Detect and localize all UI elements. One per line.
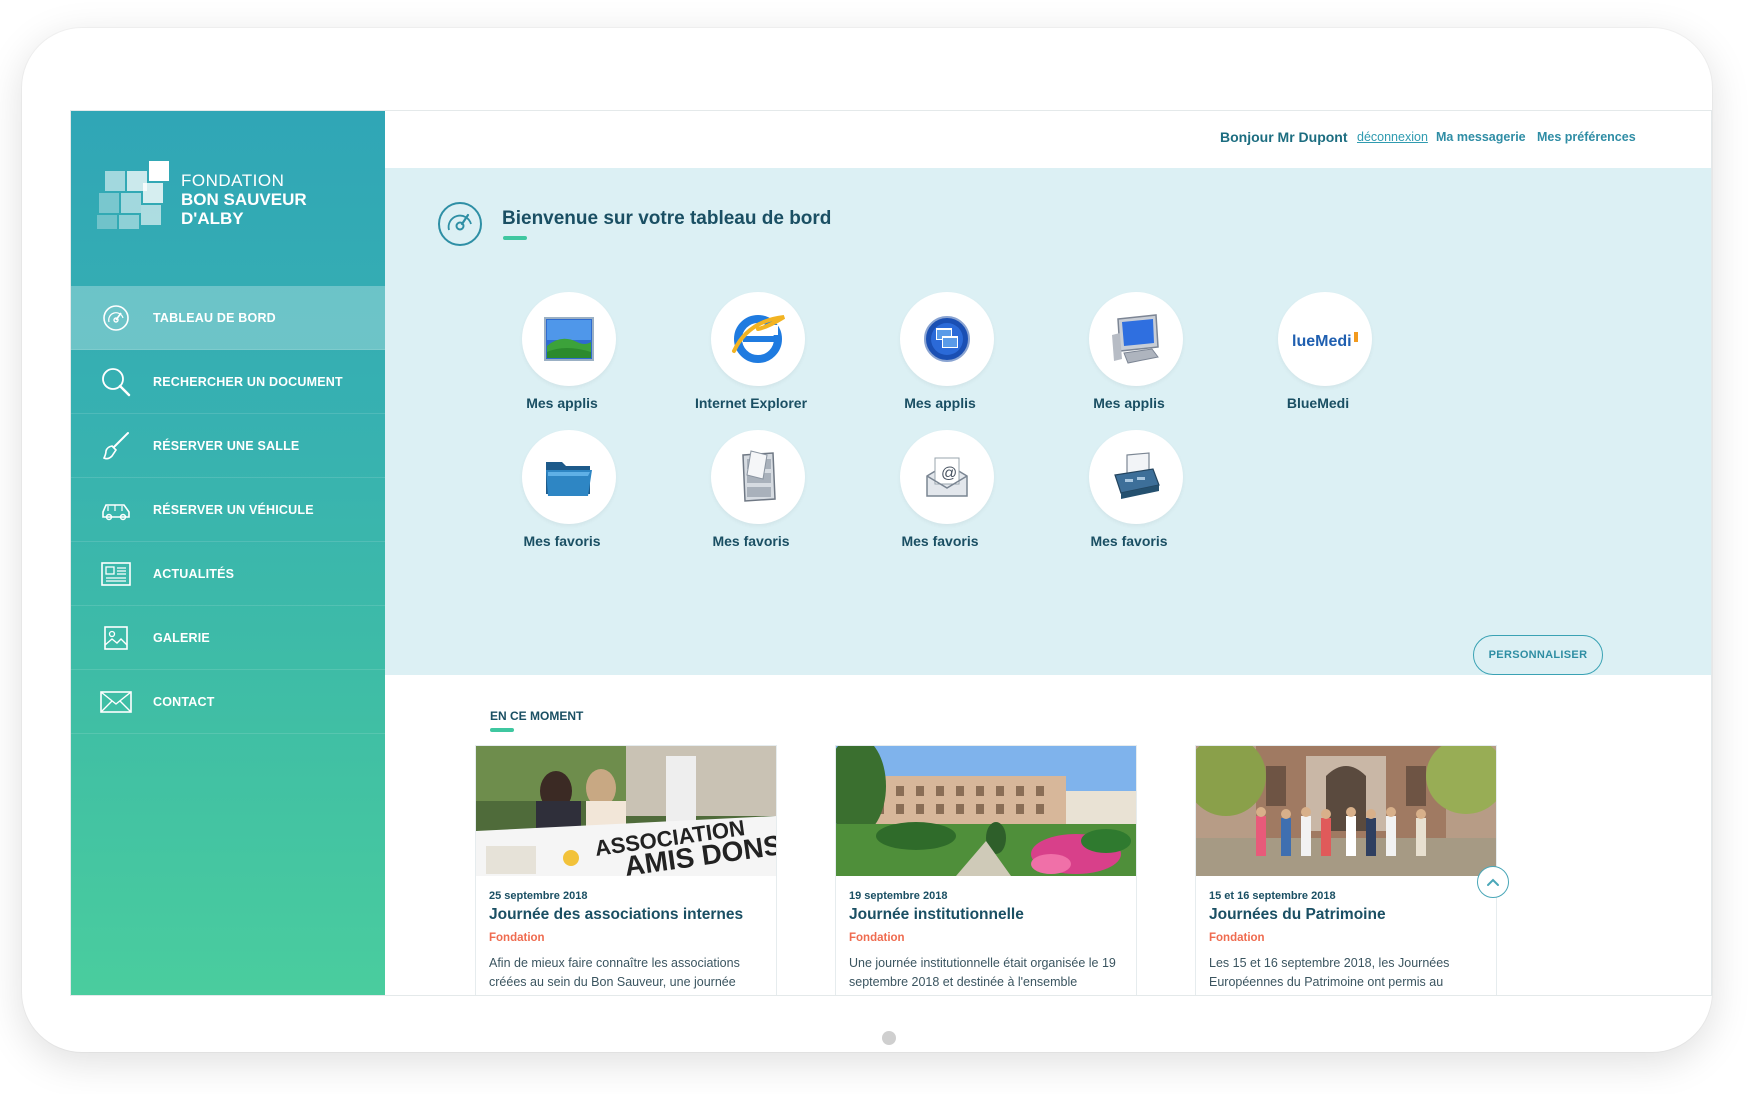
email-envelope-icon: @ — [900, 430, 994, 524]
car-icon — [99, 493, 133, 527]
brand-line-1: FONDATION — [181, 171, 285, 190]
app-label: Mes applis — [526, 395, 598, 411]
nav-label: RÉSERVER UN VÉHICULE — [153, 502, 314, 517]
computer-monitor-icon — [1089, 292, 1183, 386]
news-excerpt: Les 15 et 16 septembre 2018, les Journée… — [1209, 956, 1450, 989]
dashboard-gauge-icon — [436, 200, 484, 248]
customize-button[interactable]: PERSONNALISER — [1473, 635, 1603, 675]
dashboard-title: Bienvenue sur votre tableau de bord — [502, 208, 832, 229]
home-indicator — [882, 1031, 896, 1045]
app-tile-mes-applis-1[interactable]: Mes applis — [497, 292, 627, 422]
logo-mark-icon — [97, 161, 177, 231]
scroll-to-top-button[interactable] — [1477, 866, 1509, 898]
news-excerpt: Afin de mieux faire connaître les associ… — [489, 956, 740, 989]
svg-text:@: @ — [941, 465, 957, 482]
app-tile-mes-favoris-3[interactable]: @ Mes favoris — [875, 430, 1005, 560]
preferences-link[interactable]: Mes préférences — [1537, 130, 1636, 144]
dashboard-section: Bienvenue sur votre tableau de bord Mes … — [385, 168, 1711, 675]
nav-item-reserver-salle[interactable]: RÉSERVER UNE SALLE — [71, 414, 385, 478]
brand-logo[interactable]: FONDATION BON SAUVEUR D'ALBY — [97, 161, 377, 241]
remote-desktop-icon — [900, 292, 994, 386]
landscape-wallpaper-icon — [522, 292, 616, 386]
user-greeting: Bonjour Mr Dupont — [1220, 129, 1348, 145]
app-label: Mes favoris — [523, 533, 601, 549]
app-label: BlueMedi — [1286, 395, 1350, 411]
app-label: Mes applis — [1093, 395, 1165, 411]
image-icon — [99, 621, 133, 655]
nav-label: GALERIE — [153, 630, 210, 645]
news-date: 19 septembre 2018 — [849, 890, 948, 902]
top-bar: Bonjour Mr Dupont déconnexion Ma message… — [385, 111, 1711, 168]
nav-item-contact[interactable]: CONTACT — [71, 670, 385, 734]
logout-link[interactable]: déconnexion — [1357, 130, 1428, 144]
folder-icon — [522, 430, 616, 524]
newspaper-icon — [99, 557, 133, 591]
main-nav: TABLEAU DE BORD RECHERCHER UN DOCUMENT R… — [71, 286, 385, 734]
envelope-icon — [99, 685, 133, 719]
app-label: Mes favoris — [901, 533, 979, 549]
app-label: Mes favoris — [1090, 533, 1168, 549]
nav-item-rechercher-document[interactable]: RECHERCHER UN DOCUMENT — [71, 350, 385, 414]
brand-line-2: BON SAUVEUR — [181, 190, 307, 209]
app-label: Mes applis — [904, 395, 976, 411]
nav-item-tableau-de-bord[interactable]: TABLEAU DE BORD — [71, 286, 385, 350]
internet-explorer-icon — [711, 292, 805, 386]
nav-label: RECHERCHER UN DOCUMENT — [153, 374, 343, 389]
news-title: Journée institutionnelle — [849, 906, 1024, 923]
app-tile-internet-explorer[interactable]: Internet Explorer — [686, 292, 816, 422]
nav-item-galerie[interactable]: GALERIE — [71, 606, 385, 670]
news-title: Journée des associations internes — [489, 906, 744, 923]
brand-line-3: D'ALBY — [181, 209, 244, 228]
title-accent-bar — [503, 236, 527, 240]
chevron-up-icon — [1487, 878, 1499, 886]
news-section: EN CE MOMENT ASSOCIATION AMIS DONS 25 se… — [385, 675, 1711, 995]
brush-icon — [99, 429, 133, 463]
news-excerpt: Une journée institutionnelle était organ… — [849, 956, 1116, 989]
nav-label: TABLEAU DE BORD — [153, 310, 276, 325]
news-date: 15 et 16 septembre 2018 — [1209, 890, 1336, 902]
search-icon — [99, 365, 133, 399]
news-category: Fondation — [1209, 932, 1265, 944]
news-image-patrimoine — [1196, 746, 1496, 876]
news-card[interactable]: 19 septembre 2018 Journée institutionnel… — [835, 745, 1137, 995]
nav-label: RÉSERVER UNE SALLE — [153, 438, 300, 453]
app-tile-mes-favoris-1[interactable]: Mes favoris — [497, 430, 627, 560]
fax-printer-icon — [1089, 430, 1183, 524]
news-heading: EN CE MOMENT — [490, 709, 584, 723]
news-image-institution — [836, 746, 1136, 876]
dashboard-gauge-icon — [99, 301, 133, 335]
news-accent-bar — [490, 728, 514, 732]
messaging-link[interactable]: Ma messagerie — [1436, 130, 1526, 144]
app-tile-mes-applis-3[interactable]: Mes applis — [1064, 292, 1194, 422]
screen: FONDATION BON SAUVEUR D'ALBY TABLEAU DE … — [70, 110, 1712, 996]
news-card[interactable]: 15 et 16 septembre 2018 Journées du Patr… — [1195, 745, 1497, 995]
app-tile-mes-favoris-4[interactable]: Mes favoris — [1064, 430, 1194, 560]
sidebar: FONDATION BON SAUVEUR D'ALBY TABLEAU DE … — [71, 111, 385, 995]
news-title: Journées du Patrimoine — [1209, 906, 1386, 923]
nav-item-actualites[interactable]: ACTUALITÉS — [71, 542, 385, 606]
file-cabinet-icon — [711, 430, 805, 524]
tablet-frame: FONDATION BON SAUVEUR D'ALBY TABLEAU DE … — [22, 28, 1712, 1052]
app-tile-mes-favoris-2[interactable]: Mes favoris — [686, 430, 816, 560]
app-tile-bluemedi[interactable]: lueMedi BlueMedi — [1253, 292, 1383, 422]
bluemedi-logo-icon: lueMedi — [1278, 292, 1372, 386]
news-date: 25 septembre 2018 — [489, 890, 588, 902]
news-category: Fondation — [849, 932, 905, 944]
nav-item-reserver-vehicule[interactable]: RÉSERVER UN VÉHICULE — [71, 478, 385, 542]
app-label: Mes favoris — [712, 533, 790, 549]
news-image-association: ASSOCIATION AMIS DONS — [476, 746, 776, 876]
app-tile-mes-applis-2[interactable]: Mes applis — [875, 292, 1005, 422]
news-category: Fondation — [489, 932, 545, 944]
nav-label: ACTUALITÉS — [153, 566, 235, 581]
bluemedi-logo-text: lueMedi — [1292, 333, 1352, 350]
nav-label: CONTACT — [153, 694, 215, 709]
app-label: Internet Explorer — [694, 395, 808, 411]
news-card[interactable]: ASSOCIATION AMIS DONS 25 septembre 2018 … — [475, 745, 777, 995]
